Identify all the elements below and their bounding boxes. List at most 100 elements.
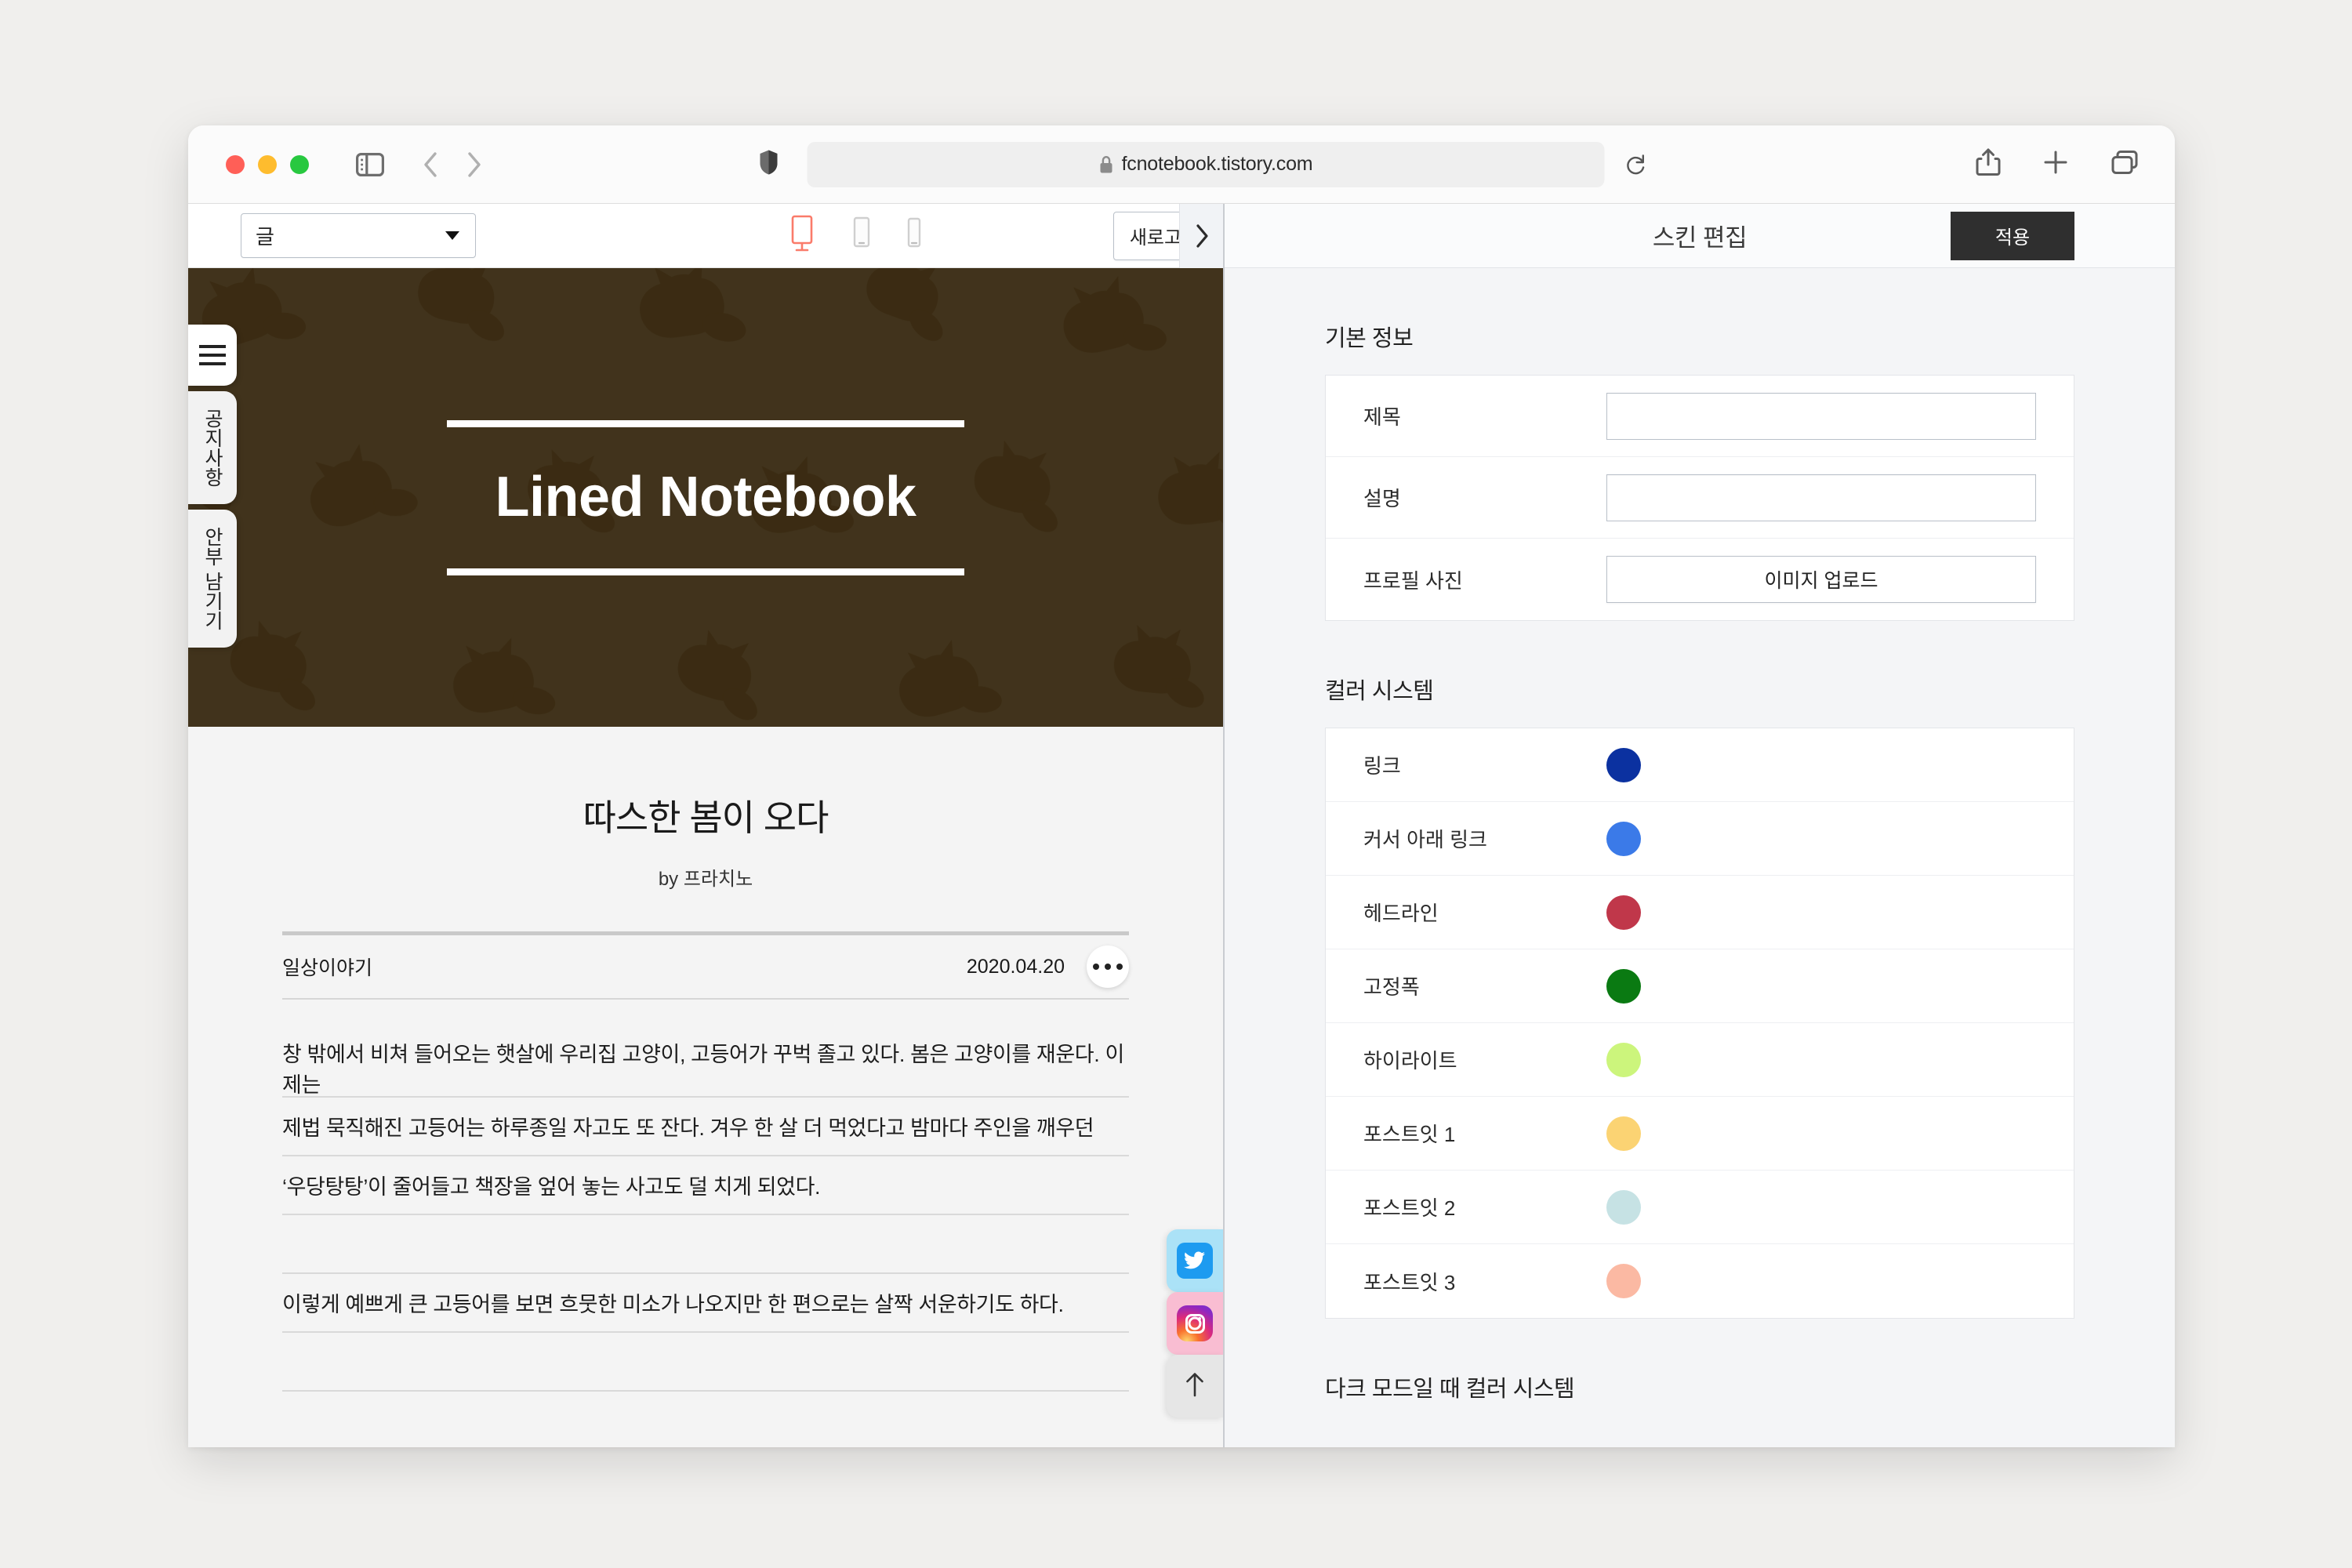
- post-category[interactable]: 일상이야기: [282, 953, 372, 981]
- expand-pane-button[interactable]: [1179, 204, 1223, 268]
- color-swatch-link-hover[interactable]: [1606, 822, 1641, 856]
- browser-titlebar: fcnotebook.tistory.com: [188, 125, 2175, 204]
- form-row-title: 제목: [1326, 376, 2074, 457]
- ellipsis-dot: [1105, 964, 1111, 970]
- side-tab-guestbook-label: 안부 남기기: [198, 510, 227, 648]
- color-row-postit-3: 포스트잇 3: [1326, 1244, 2074, 1318]
- plus-icon[interactable]: [2043, 150, 2068, 179]
- editor-header: 스킨 편집 적용: [1225, 204, 2175, 268]
- address-bar-area: fcnotebook.tistory.com: [759, 142, 1605, 187]
- sidebar-icon[interactable]: [356, 153, 384, 176]
- blog-header-banner: Lined Notebook: [188, 268, 1223, 727]
- post-meta: 일상이야기 2020.04.20: [282, 935, 1129, 1000]
- preview-viewport: Lined Notebook 공지사항 안부 남기기: [188, 268, 1223, 1447]
- close-window-button[interactable]: [226, 155, 245, 174]
- post-author: by 프라치노: [282, 863, 1129, 891]
- color-system-card: 링크 커서 아래 링크 헤드라인 고정폭: [1325, 728, 2074, 1319]
- browser-window: fcnotebook.tistory.com: [188, 125, 2175, 1447]
- social-share-rail: [1167, 1229, 1223, 1417]
- post-more-button[interactable]: [1087, 946, 1129, 988]
- side-tab-notice-label: 공지사항: [198, 391, 227, 504]
- form-label-description: 설명: [1363, 483, 1606, 512]
- post-type-label: 글: [256, 221, 274, 250]
- color-swatch-highlight[interactable]: [1606, 1043, 1641, 1077]
- blog-side-tabs: 공지사항 안부 남기기: [188, 325, 237, 648]
- basic-info-section-title: 기본 정보: [1325, 320, 2074, 353]
- color-swatch-postit-3[interactable]: [1606, 1264, 1641, 1298]
- device-tablet-icon[interactable]: [848, 215, 875, 256]
- title-input[interactable]: [1606, 393, 2036, 440]
- color-row-monospace: 고정폭: [1326, 949, 2074, 1023]
- post-type-select[interactable]: 글: [241, 213, 476, 258]
- post-area: 따스한 봄이 오다 by 프라치노 일상이야기 2020.04.20: [188, 727, 1223, 1447]
- form-label-profile-image: 프로필 사진: [1363, 565, 1606, 594]
- post-title: 따스한 봄이 오다: [282, 789, 1129, 841]
- lock-icon: [1099, 155, 1114, 174]
- post-body: 창 밖에서 비쳐 들어오는 햇살에 우리집 고양이, 고등어가 꾸벅 졸고 있다…: [282, 1039, 1129, 1392]
- hamburger-icon: [199, 345, 226, 365]
- color-swatch-postit-1[interactable]: [1606, 1116, 1641, 1151]
- post-body-line: 이렇게 예쁘게 큰 고등어를 보면 흐뭇한 미소가 나오지만 한 편으로는 살짝…: [282, 1274, 1129, 1333]
- tabs-icon[interactable]: [2111, 150, 2139, 179]
- title-rule-bottom: [447, 568, 964, 575]
- color-system-section-title: 컬러 시스템: [1325, 673, 2074, 706]
- titlebar-actions: [1976, 147, 2139, 181]
- arrow-up-icon: [1184, 1371, 1206, 1402]
- color-swatch-headline[interactable]: [1606, 895, 1641, 930]
- instagram-icon: [1177, 1305, 1213, 1341]
- ellipsis-dot: [1116, 964, 1123, 970]
- chevron-right-icon[interactable]: [466, 151, 483, 178]
- ellipsis-dot: [1093, 964, 1099, 970]
- shield-icon[interactable]: [759, 149, 779, 180]
- post-body-line: 제법 묵직해진 고등어는 하루종일 자고도 또 잔다. 겨우 한 살 더 먹었다…: [282, 1098, 1129, 1156]
- color-swatch-postit-2[interactable]: [1606, 1190, 1641, 1225]
- color-swatch-monospace[interactable]: [1606, 969, 1641, 1004]
- color-row-postit-1: 포스트잇 1: [1326, 1097, 2074, 1171]
- color-label-postit-3: 포스트잇 3: [1363, 1267, 1606, 1296]
- device-switcher: [784, 215, 925, 256]
- side-tab-guestbook[interactable]: 안부 남기기: [188, 510, 237, 648]
- color-label-monospace: 고정폭: [1363, 971, 1606, 1000]
- chevron-down-icon: [445, 231, 459, 240]
- image-upload-button[interactable]: 이미지 업로드: [1606, 556, 2036, 603]
- minimize-window-button[interactable]: [258, 155, 277, 174]
- color-label-postit-1: 포스트잇 1: [1363, 1119, 1606, 1148]
- color-swatch-link[interactable]: [1606, 748, 1641, 782]
- share-icon[interactable]: [1976, 147, 2001, 181]
- basic-info-card: 제목 설명 프로필 사진 이미지 업로드: [1325, 375, 2074, 621]
- scroll-to-top-button[interactable]: [1167, 1355, 1223, 1417]
- color-label-highlight: 하이라이트: [1363, 1045, 1606, 1074]
- apply-button[interactable]: 적용: [1951, 212, 2074, 260]
- color-label-postit-2: 포스트잇 2: [1363, 1192, 1606, 1221]
- zoom-window-button[interactable]: [290, 155, 309, 174]
- post-date: 2020.04.20: [967, 956, 1065, 978]
- twitter-icon: [1177, 1243, 1213, 1279]
- description-input[interactable]: [1606, 474, 2036, 521]
- form-row-description: 설명: [1326, 457, 2074, 539]
- color-row-postit-2: 포스트잇 2: [1326, 1171, 2074, 1244]
- twitter-share-button[interactable]: [1167, 1229, 1223, 1292]
- instagram-share-button[interactable]: [1167, 1292, 1223, 1355]
- side-tab-notice[interactable]: 공지사항: [188, 391, 237, 504]
- sidebar-menu-button[interactable]: [188, 325, 237, 386]
- address-bar[interactable]: fcnotebook.tistory.com: [808, 142, 1605, 187]
- color-label-link-hover: 커서 아래 링크: [1363, 824, 1606, 853]
- color-row-link: 링크: [1326, 728, 2074, 802]
- color-label-headline: 헤드라인: [1363, 898, 1606, 927]
- post-container: 따스한 봄이 오다 by 프라치노 일상이야기 2020.04.20: [282, 789, 1129, 1392]
- title-rule-top: [447, 420, 964, 427]
- browser-content: 글: [188, 204, 2175, 1447]
- device-mobile-icon[interactable]: [903, 215, 925, 256]
- editor-scroll-area[interactable]: 기본 정보 제목 설명 프로필 사진 이미지 업로드 컬러 시스템: [1225, 268, 2175, 1447]
- color-row-headline: 헤드라인: [1326, 876, 2074, 949]
- form-label-title: 제목: [1363, 401, 1606, 430]
- address-text: fcnotebook.tistory.com: [1122, 153, 1313, 176]
- reload-icon[interactable]: [1625, 153, 1647, 176]
- post-body-line: [282, 1333, 1129, 1392]
- preview-toolbar: 글: [188, 204, 1223, 268]
- color-row-highlight: 하이라이트: [1326, 1023, 2074, 1097]
- device-desktop-icon[interactable]: [784, 215, 820, 256]
- chevron-left-icon[interactable]: [422, 151, 439, 178]
- window-controls: [226, 155, 309, 174]
- blog-title: Lined Notebook: [447, 465, 964, 529]
